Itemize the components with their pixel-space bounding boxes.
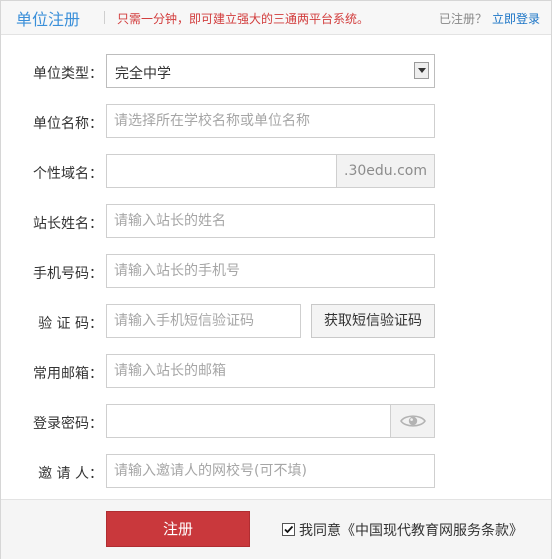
agree-checkbox[interactable] (282, 523, 295, 536)
login-link[interactable]: 立即登录 (492, 10, 540, 27)
phone-label: 手机号码： (33, 266, 103, 282)
row-admin-name: 站长姓名： (1, 204, 551, 240)
phone-input[interactable] (106, 254, 435, 288)
page-title: 单位注册 (16, 10, 81, 29)
password-label: 登录密码： (33, 416, 103, 432)
header-bar: 单位注册 只需一分钟，即可建立强大的三通两平台系统。 已注册？ 立即登录 (1, 1, 551, 35)
register-button[interactable]: 注册 (106, 511, 250, 547)
row-inviter: 邀 请 人： (1, 454, 551, 490)
unit-name-input[interactable] (106, 104, 435, 138)
email-label: 常用邮箱： (33, 366, 103, 382)
row-phone: 手机号码： (1, 254, 551, 290)
row-code: 验 证 码： 获取短信验证码 (1, 304, 551, 340)
get-sms-code-button[interactable]: 获取短信验证码 (311, 304, 435, 338)
domain-label: 个性域名： (33, 166, 103, 182)
inviter-label: 邀 请 人： (38, 466, 103, 482)
row-password: 登录密码： (1, 404, 551, 440)
admin-name-label: 站长姓名： (33, 216, 103, 232)
registered-text: 已注册？ (439, 12, 488, 26)
password-toggle[interactable] (390, 404, 435, 438)
domain-input[interactable] (106, 154, 337, 188)
agree-terms-text[interactable]: 我同意《中国现代教育网服务条款》 (299, 520, 523, 540)
eye-icon (400, 415, 426, 427)
header-slogan: 只需一分钟，即可建立强大的三通两平台系统。 (117, 12, 370, 26)
footer-bar: 注册 我同意《中国现代教育网服务条款》 (1, 499, 551, 559)
inviter-input[interactable] (106, 454, 435, 488)
row-domain: 个性域名： .30edu.com (1, 154, 551, 190)
code-label: 验 证 码： (38, 316, 103, 332)
unit-type-select[interactable]: 完全中学 (106, 54, 435, 88)
unit-type-label: 单位类型： (33, 66, 103, 82)
sms-code-input[interactable] (106, 304, 301, 338)
domain-suffix: .30edu.com (336, 154, 435, 188)
row-unit-type: 单位类型： 完全中学 (1, 54, 551, 90)
email-input[interactable] (106, 354, 435, 388)
unit-type-value: 完全中学 (115, 66, 171, 82)
register-panel: 单位注册 只需一分钟，即可建立强大的三通两平台系统。 已注册？ 立即登录 单位类… (0, 0, 552, 559)
header-divider (104, 11, 105, 24)
unit-name-label: 单位名称： (33, 116, 103, 132)
admin-name-input[interactable] (106, 204, 435, 238)
row-unit-name: 单位名称： (1, 104, 551, 140)
checkmark-icon (284, 525, 294, 534)
password-input[interactable] (106, 404, 391, 438)
row-email: 常用邮箱： (1, 354, 551, 390)
chevron-down-icon[interactable] (414, 62, 429, 79)
